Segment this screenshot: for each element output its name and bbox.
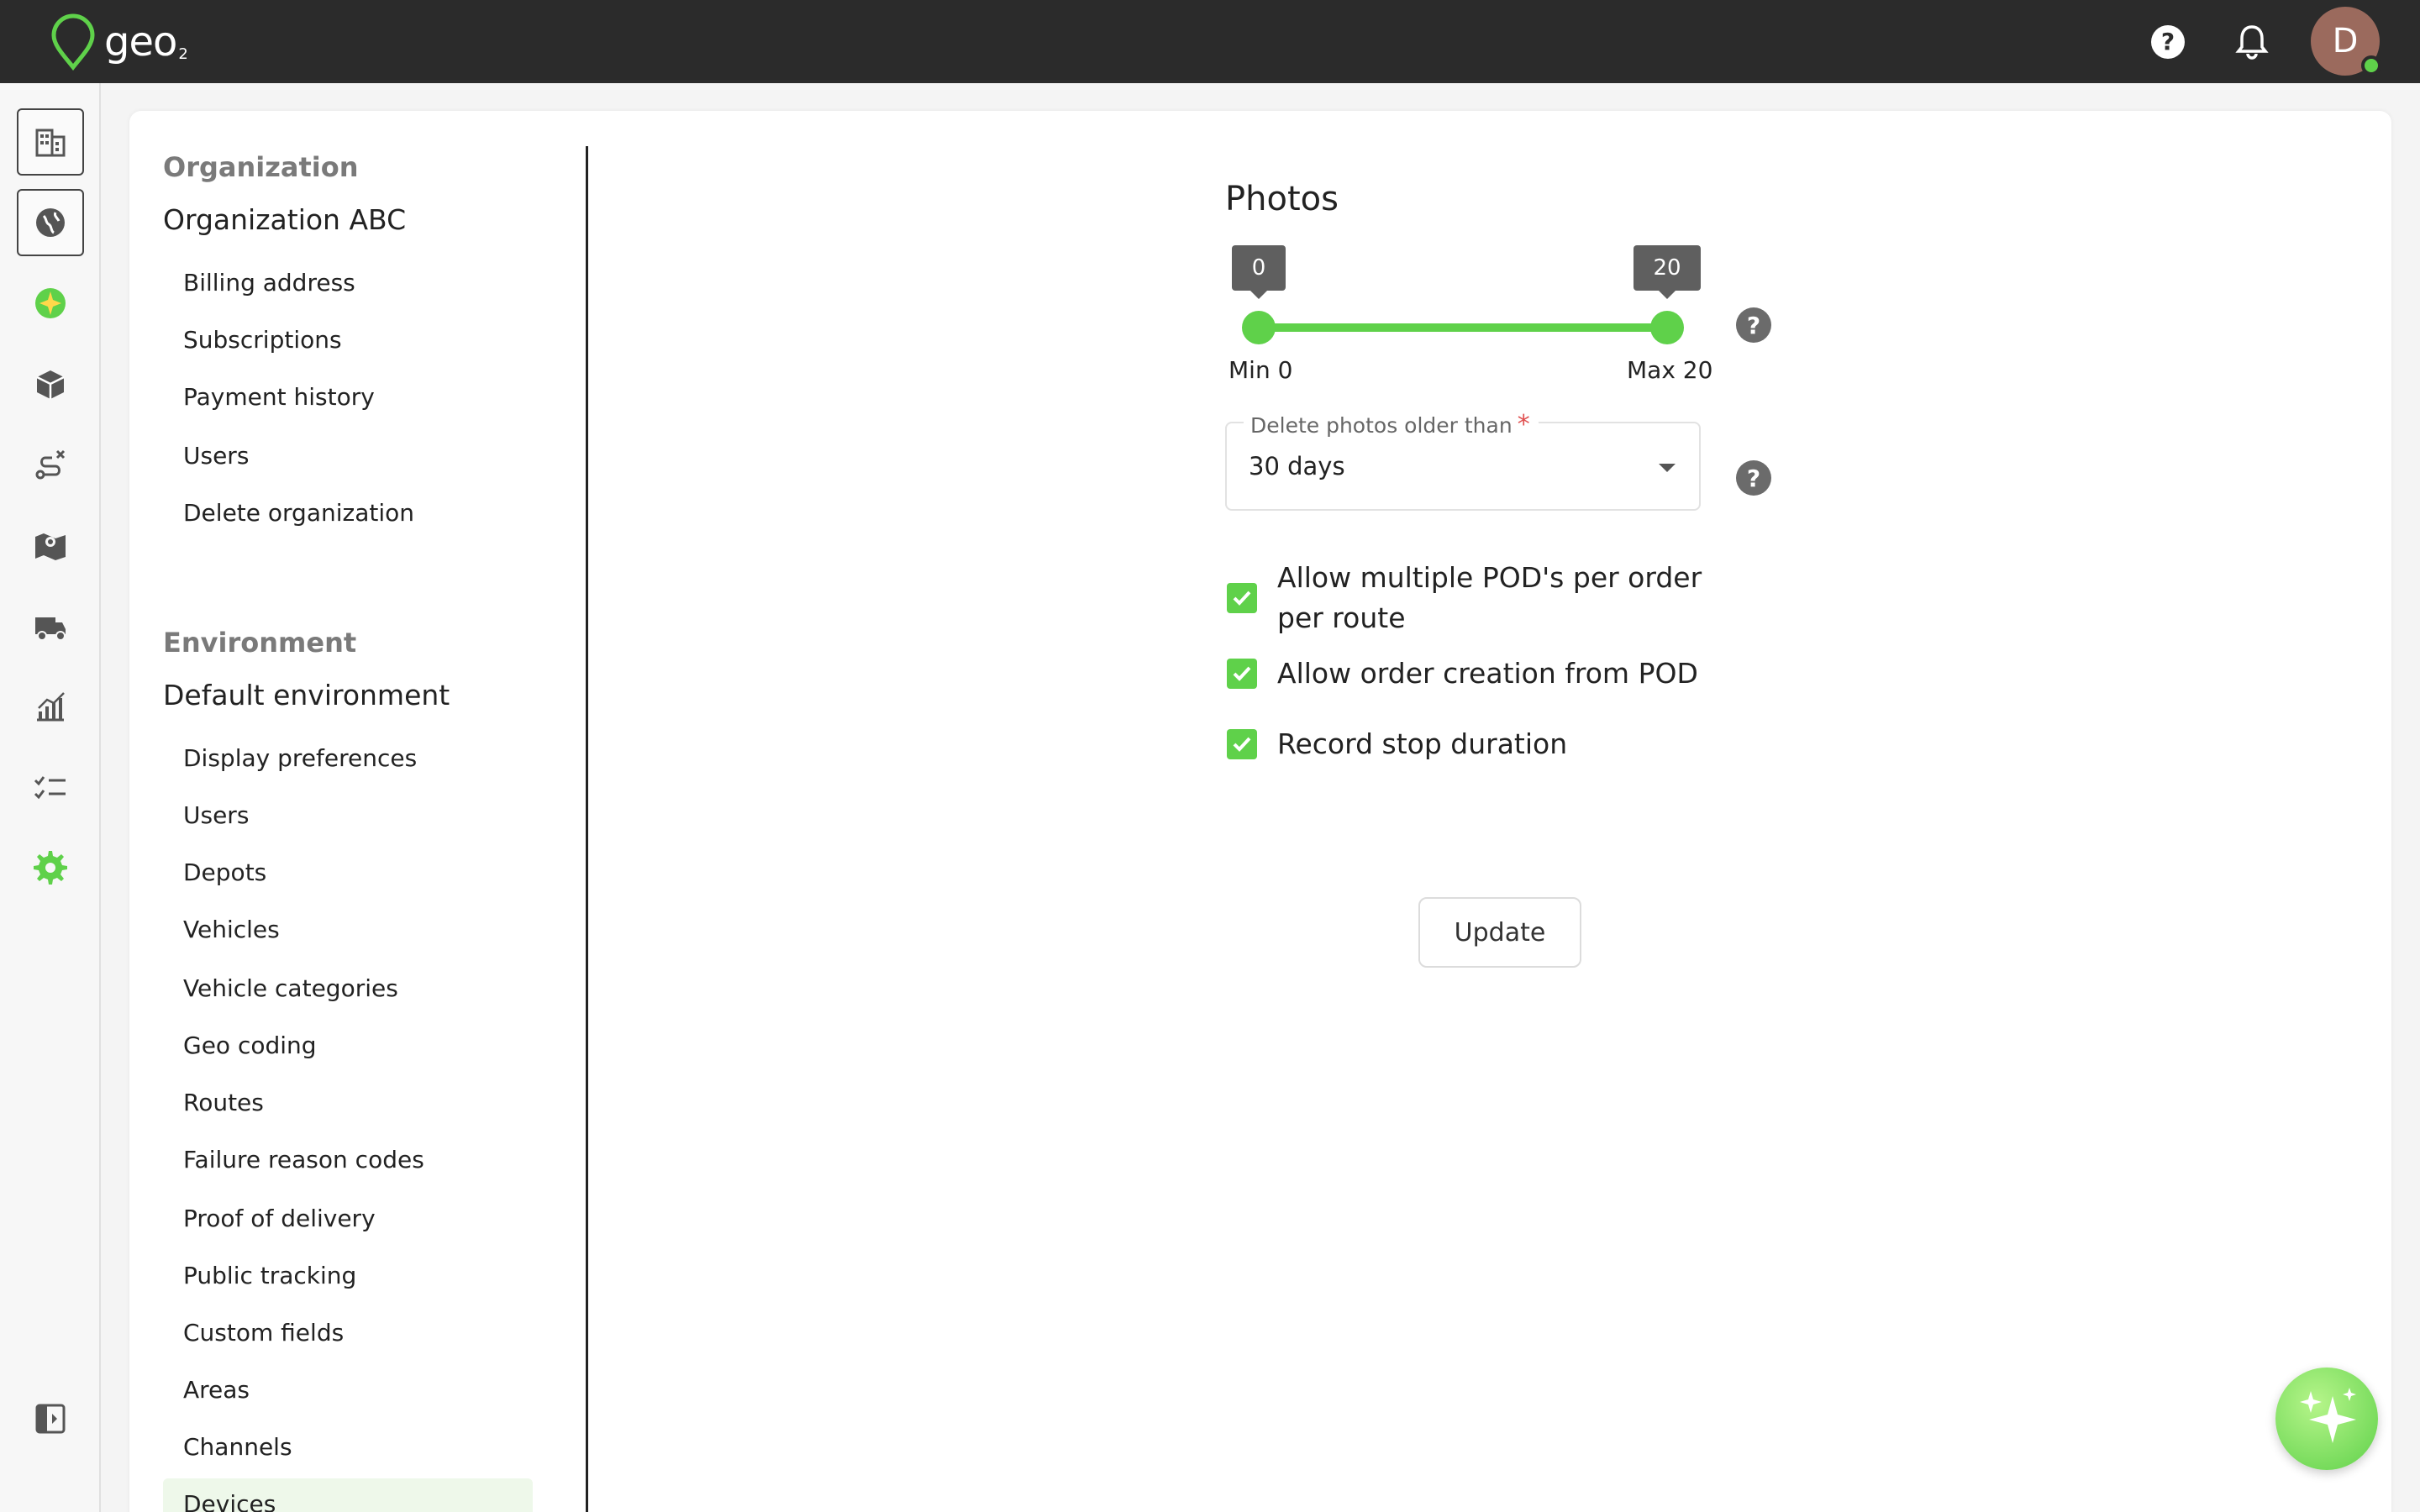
nav-item-custom-fields[interactable]: Custom fields xyxy=(183,1319,344,1347)
map-icon[interactable] xyxy=(17,512,84,579)
checkbox-order-creation-label[interactable]: Allow order creation from POD xyxy=(1277,654,1698,694)
checkbox-record-stop-duration-label[interactable]: Record stop duration xyxy=(1277,724,1567,764)
required-asterisk: * xyxy=(1517,410,1530,439)
nav-item-public-tracking[interactable]: Public tracking xyxy=(183,1262,356,1289)
nav-item-areas[interactable]: Areas xyxy=(183,1376,250,1404)
panel-toggle-icon[interactable] xyxy=(17,1385,84,1452)
nav-item-devices[interactable]: Devices xyxy=(183,1490,276,1512)
slider-help-icon[interactable]: ? xyxy=(1736,307,1771,343)
sparkle-icon xyxy=(2300,1388,2356,1443)
building-icon[interactable] xyxy=(17,108,84,176)
gear-icon[interactable] xyxy=(17,834,84,901)
nav-item-billing-address[interactable]: Billing address xyxy=(183,269,355,297)
nav-item-failure-reason-codes[interactable]: Failure reason codes xyxy=(183,1146,424,1173)
nav-item-routes[interactable]: Routes xyxy=(183,1089,264,1116)
logo-sub: 2 xyxy=(178,45,188,63)
slider-min-label: Min 0 xyxy=(1228,356,1293,384)
photos-title: Photos xyxy=(1225,180,1339,218)
chart-icon[interactable] xyxy=(17,673,84,740)
checkbox-record-stop-duration[interactable] xyxy=(1227,729,1257,759)
nav-organization-name[interactable]: Organization ABC xyxy=(163,203,406,236)
check-icon xyxy=(1233,591,1251,606)
slider-max-thumb[interactable] xyxy=(1650,311,1684,344)
nav-item-subscriptions[interactable]: Subscriptions xyxy=(183,326,342,354)
nav-divider xyxy=(586,146,588,1512)
svg-text:?: ? xyxy=(2161,28,2175,55)
assistant-fab[interactable] xyxy=(2275,1368,2378,1470)
slider-max-tooltip: 20 xyxy=(1634,245,1701,299)
checkbox-multiple-pod-label[interactable]: Allow multiple POD's per order per route xyxy=(1277,558,1748,638)
nav-item-channels[interactable]: Channels xyxy=(183,1433,292,1461)
chevron-down-icon[interactable] xyxy=(1659,464,1676,472)
bell-icon[interactable] xyxy=(2232,22,2272,62)
truck-icon[interactable] xyxy=(17,592,84,659)
nav-item-geo-coding[interactable]: Geo coding xyxy=(183,1032,317,1059)
avatar-initial: D xyxy=(2332,22,2359,60)
nav-item-payment-history[interactable]: Payment history xyxy=(183,383,375,411)
checkbox-order-creation[interactable] xyxy=(1227,659,1257,689)
update-button[interactable]: Update xyxy=(1418,897,1581,968)
nav-item-depots[interactable]: Depots xyxy=(183,858,266,886)
globe-icon[interactable] xyxy=(17,189,84,256)
delete-photos-label: Delete photos older than * xyxy=(1244,410,1539,439)
nav-item-proof-of-delivery[interactable]: Proof of delivery xyxy=(183,1205,376,1232)
slider-track[interactable] xyxy=(1259,323,1667,332)
box-icon[interactable] xyxy=(17,350,84,417)
checkbox-multiple-pod[interactable] xyxy=(1227,583,1257,613)
slider-max-label: Max 20 xyxy=(1627,356,1713,384)
check-icon xyxy=(1233,737,1251,752)
nav-item-vehicles[interactable]: Vehicles xyxy=(183,916,280,943)
delete-photos-help-icon[interactable]: ? xyxy=(1736,460,1771,496)
check-icon xyxy=(1233,666,1251,681)
help-circle-icon[interactable]: ? xyxy=(2148,22,2188,62)
logo-text: geo xyxy=(104,18,177,66)
route-icon[interactable] xyxy=(17,431,84,498)
top-bar: geo 2 ? D xyxy=(0,0,2420,83)
delete-photos-label-text: Delete photos older than xyxy=(1250,413,1512,438)
left-rail xyxy=(0,83,101,1512)
status-online-dot xyxy=(2361,55,2381,76)
nav-item-delete-organization[interactable]: Delete organization xyxy=(183,499,414,527)
location-pin-icon xyxy=(51,13,95,71)
slider-min-tooltip: 0 xyxy=(1232,245,1286,299)
delete-photos-value: 30 days xyxy=(1249,452,1345,480)
nav-item-vehicle-categories[interactable]: Vehicle categories xyxy=(183,974,398,1002)
globe-color-icon[interactable] xyxy=(17,270,84,337)
checklist-icon[interactable] xyxy=(17,753,84,821)
nav-heading-environment: Environment xyxy=(163,627,357,659)
slider-min-thumb[interactable] xyxy=(1242,311,1276,344)
nav-heading-organization: Organization xyxy=(163,151,359,183)
nav-item-display-preferences[interactable]: Display preferences xyxy=(183,744,417,772)
logo[interactable]: geo 2 xyxy=(47,12,188,72)
nav-item-org-users[interactable]: Users xyxy=(183,442,249,470)
nav-environment-name[interactable]: Default environment xyxy=(163,679,450,711)
nav-item-env-users[interactable]: Users xyxy=(183,801,249,829)
